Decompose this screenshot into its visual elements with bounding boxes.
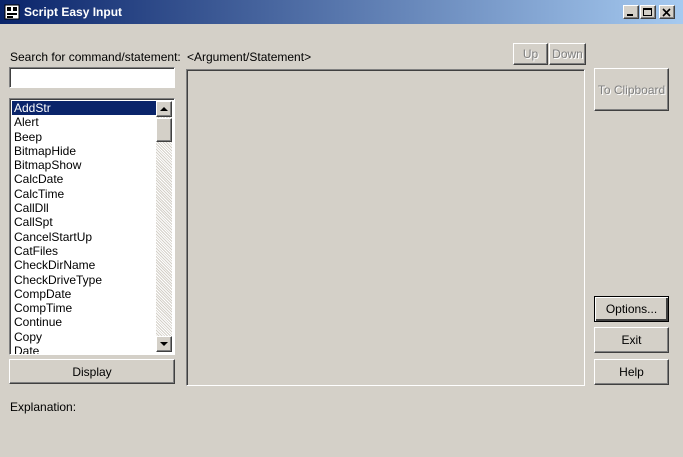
command-list[interactable]: AddStr Alert Beep BitmapHide BitmapShow CalcD…	[9, 98, 175, 355]
window-title: Script Easy Input	[24, 5, 123, 19]
down-button-label: Down	[552, 47, 583, 61]
list-item[interactable]: AddStr	[12, 101, 158, 116]
list-item[interactable]: Copy	[12, 330, 158, 344]
list-item[interactable]: CallDll	[12, 201, 158, 215]
list-item[interactable]: Beep	[12, 130, 158, 144]
search-input[interactable]	[9, 67, 175, 88]
argument-statement-area[interactable]	[186, 69, 585, 386]
arrow-down-icon	[160, 342, 168, 346]
list-item[interactable]: Continue	[12, 315, 158, 329]
list-item[interactable]: CancelStartUp	[12, 230, 158, 244]
options-button[interactable]: Options...	[594, 296, 669, 322]
list-item[interactable]: CatFiles	[12, 244, 158, 258]
list-item[interactable]: CompDate	[12, 287, 158, 301]
scroll-thumb[interactable]	[156, 118, 172, 142]
up-button[interactable]: Up	[513, 43, 548, 65]
close-icon	[662, 8, 671, 17]
list-scrollbar[interactable]	[156, 101, 172, 352]
scroll-down-button[interactable]	[156, 336, 172, 352]
help-button[interactable]: Help	[594, 359, 669, 385]
main-window: Script Easy Input Search for command/sta…	[0, 0, 683, 457]
list-item[interactable]: CompTime	[12, 301, 158, 315]
list-item[interactable]: CheckDirName	[12, 258, 158, 272]
title-bar[interactable]: Script Easy Input	[0, 0, 683, 24]
minimize-icon	[627, 14, 633, 16]
list-item[interactable]: CalcDate	[12, 172, 158, 186]
close-button[interactable]	[659, 5, 675, 19]
search-label: Search for command/statement:	[10, 50, 181, 64]
display-button-label: Display	[72, 364, 112, 379]
display-button[interactable]: Display	[9, 359, 175, 384]
argument-label: <Argument/Statement>	[187, 50, 312, 64]
up-button-label: Up	[522, 47, 539, 61]
down-button[interactable]: Down	[549, 43, 586, 65]
exit-button-label: Exit	[621, 333, 642, 347]
list-item[interactable]: CalcTime	[12, 187, 158, 201]
maximize-icon	[643, 8, 652, 16]
script-app-icon[interactable]	[4, 4, 20, 20]
exit-button[interactable]: Exit	[594, 327, 669, 353]
to-clipboard-label: To Clipboard	[597, 82, 666, 97]
options-button-label: Options...	[605, 302, 658, 316]
explanation-label: Explanation:	[10, 400, 77, 414]
list-item[interactable]: CallSpt	[12, 215, 158, 229]
maximize-button[interactable]	[640, 5, 656, 19]
arrow-up-icon	[160, 107, 168, 111]
help-button-label: Help	[619, 365, 644, 379]
to-clipboard-button[interactable]: To Clipboard	[594, 68, 669, 111]
list-item[interactable]: BitmapShow	[12, 158, 158, 172]
list-item[interactable]: BitmapHide	[12, 144, 158, 158]
minimize-button[interactable]	[623, 5, 639, 19]
scroll-up-button[interactable]	[156, 101, 172, 117]
list-item[interactable]: Alert	[12, 115, 158, 129]
list-item[interactable]: CheckDriveType	[12, 273, 158, 287]
command-list-items: AddStr Alert Beep BitmapHide BitmapShow CalcD…	[12, 101, 158, 354]
list-item[interactable]: Date	[12, 344, 158, 354]
